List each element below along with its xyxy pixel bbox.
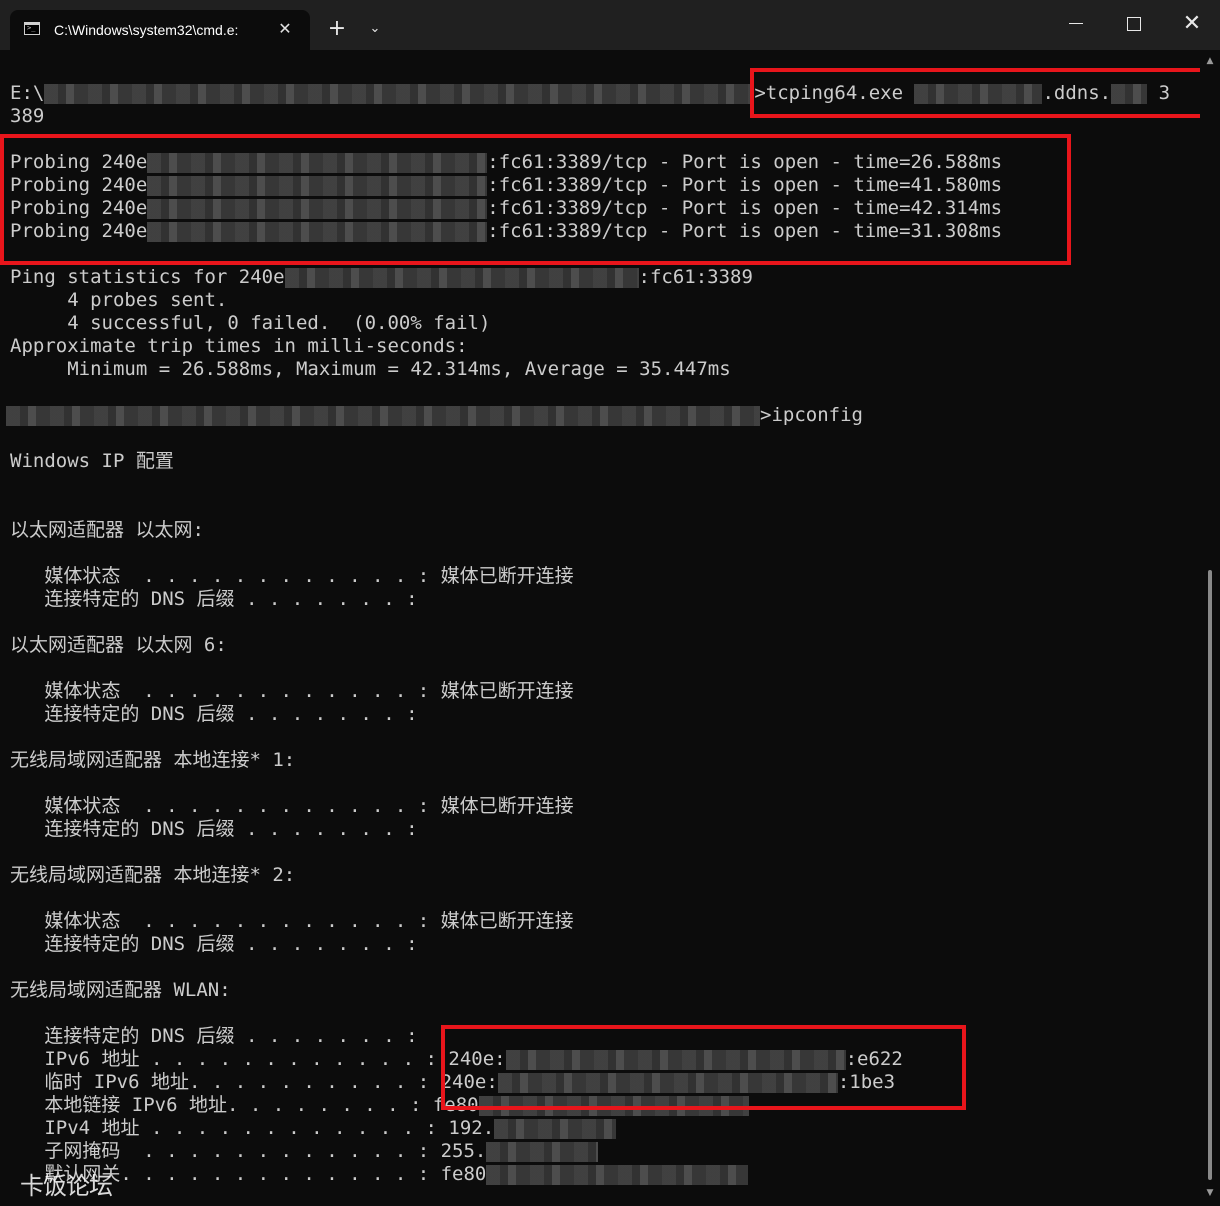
highlight-box-command <box>750 68 1206 118</box>
terminal-output[interactable]: E:\ >tcping64.exe .ddns. 3 389 Probing 24… <box>0 50 1206 1206</box>
watermark: 卡饭论坛 <box>20 1172 113 1200</box>
redacted-ipv4 <box>494 1118 617 1139</box>
ipv4-prefix: 192. <box>448 1117 495 1139</box>
ping-stats-line: Ping statistics for 240e :fc61:3389 <box>10 266 753 289</box>
terminal-icon <box>24 22 40 35</box>
redacted-path <box>44 83 755 104</box>
link-local-label: 本地链接 IPv6 地址. . . . . . . . : <box>10 1094 433 1116</box>
media-state-line: 媒体状态 . . . . . . . . . . . . : 媒体已断开连接 <box>10 910 574 932</box>
gateway-line: 默认网关. . . . . . . . . . . . . : fe80 <box>10 1163 749 1186</box>
tab-close-icon[interactable]: ✕ <box>274 18 296 40</box>
dns-suffix-line: 连接特定的 DNS 后缀 . . . . . . . : <box>10 818 418 840</box>
chevron-down-icon[interactable]: ⌄ <box>362 14 388 44</box>
dns-suffix-line: 连接特定的 DNS 后缀 . . . . . . . : <box>10 703 418 725</box>
ip-config-title: Windows IP 配置 <box>10 450 174 472</box>
title-bar: C:\Windows\system32\cmd.e: ✕ + ⌄ ✕ <box>0 0 1220 50</box>
temp-ipv6-label: 临时 IPv6 地址. . . . . . . . . . : <box>10 1071 441 1093</box>
stats-suffix: :fc61:3389 <box>638 266 753 288</box>
dns-suffix-line: 连接特定的 DNS 后缀 . . . . . . . : <box>10 588 418 610</box>
adapter-header: 以太网适配器 以太网 6: <box>10 634 227 656</box>
dns-suffix-line: 连接特定的 DNS 后缀 . . . . . . . : <box>10 1025 418 1047</box>
adapter-header: 无线局域网适配器 本地连接* 1: <box>10 749 296 771</box>
ipconfig-command: >ipconfig <box>760 404 863 426</box>
minimize-button[interactable] <box>1060 8 1092 40</box>
gateway-prefix: fe80 <box>440 1163 487 1185</box>
stats-prefix: Ping statistics for 240e <box>10 266 285 288</box>
scroll-down-icon[interactable]: ▼ <box>1204 1188 1216 1200</box>
drive-prefix: E:\ <box>10 82 45 104</box>
new-tab-button[interactable]: + <box>322 14 352 44</box>
tab-title: C:\Windows\system32\cmd.e: <box>54 22 239 38</box>
probes-sent-line: 4 probes sent. <box>10 289 228 311</box>
scroll-up-icon[interactable]: ▲ <box>1204 56 1216 68</box>
close-button[interactable]: ✕ <box>1176 8 1208 40</box>
mask-label: 子网掩码 . . . . . . . . . . . . : <box>10 1140 441 1162</box>
adapter-header-wlan: 无线局域网适配器 WLAN: <box>10 979 231 1001</box>
approx-line: Approximate trip times in milli-seconds: <box>10 335 468 357</box>
subnet-mask-line: 子网掩码 . . . . . . . . . . . . : 255. <box>10 1140 599 1163</box>
adapter-header: 无线局域网适配器 本地连接* 2: <box>10 864 296 886</box>
ipv4-label: IPv4 地址 . . . . . . . . . . . . : <box>10 1117 449 1139</box>
command-wrap: 389 <box>10 105 45 127</box>
media-state-line: 媒体状态 . . . . . . . . . . . . : 媒体已断开连接 <box>10 680 574 702</box>
ipv6-label: IPv6 地址 . . . . . . . . . . . . : <box>10 1048 449 1070</box>
highlight-box-probes <box>0 134 1071 265</box>
redacted-path <box>6 405 760 426</box>
ipv4-address-line: IPv4 地址 . . . . . . . . . . . . : 192. <box>10 1117 617 1140</box>
success-line: 4 successful, 0 failed. (0.00% fail) <box>10 312 491 334</box>
redacted-mask <box>486 1141 599 1162</box>
adapter-header: 以太网适配器 以太网: <box>10 519 204 541</box>
mask-prefix: 255. <box>440 1140 487 1162</box>
scrollbar-thumb[interactable] <box>1208 570 1212 1180</box>
minmax-line: Minimum = 26.588ms, Maximum = 42.314ms, … <box>10 358 731 380</box>
dns-suffix-line: 连接特定的 DNS 后缀 . . . . . . . : <box>10 933 418 955</box>
tab-cmd[interactable]: C:\Windows\system32\cmd.e: ✕ <box>10 10 310 50</box>
highlight-box-ipv6 <box>441 1025 966 1110</box>
media-state-line: 媒体状态 . . . . . . . . . . . . : 媒体已断开连接 <box>10 795 574 817</box>
command-line-ipconfig: >ipconfig <box>6 404 863 427</box>
maximize-button[interactable] <box>1118 8 1150 40</box>
redacted-ipv6 <box>486 1164 749 1185</box>
redacted-ipv6 <box>284 267 639 288</box>
media-state-line: 媒体状态 . . . . . . . . . . . . : 媒体已断开连接 <box>10 565 574 587</box>
